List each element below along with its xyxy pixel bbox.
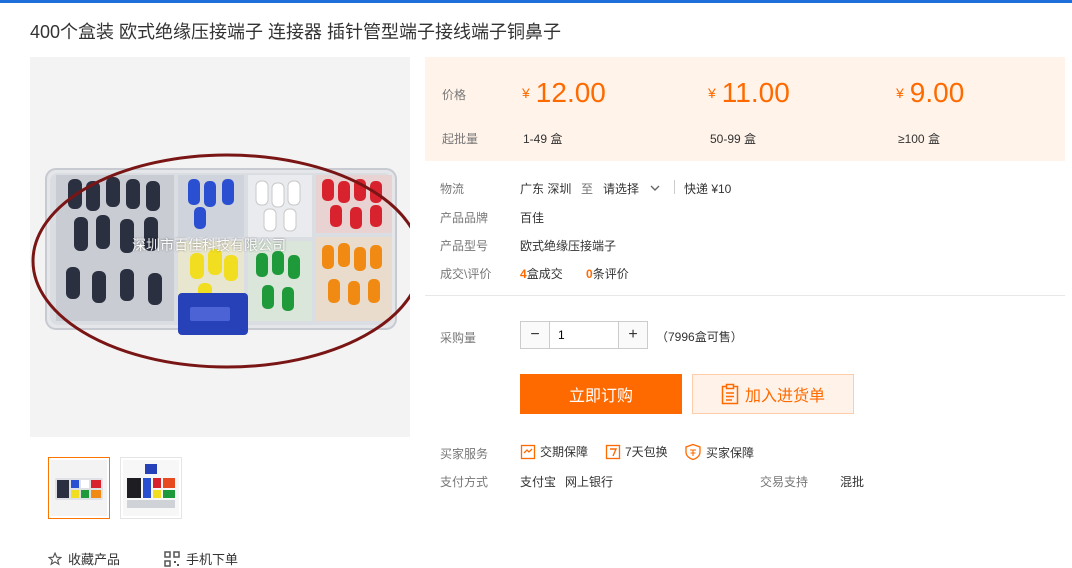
favorite-label: 收藏产品 bbox=[68, 552, 121, 567]
sold-count: 4 bbox=[520, 267, 527, 281]
service-7day-exchange[interactable]: 7天包换 bbox=[605, 443, 668, 460]
thumbnail-2[interactable] bbox=[120, 457, 182, 519]
qty-tier-1: 1-49 盒 bbox=[523, 132, 563, 146]
review-count: 0 bbox=[586, 267, 593, 281]
review-suffix: 条评价 bbox=[592, 267, 629, 281]
service-protection-label: 买家保障 bbox=[706, 445, 755, 460]
payment-method-bank: 网上银行 bbox=[565, 475, 614, 489]
quantity-input[interactable] bbox=[549, 322, 619, 348]
thumbnail-2-image bbox=[123, 460, 179, 516]
price-label: 价格 bbox=[442, 88, 467, 102]
logistics-to-word: 至 bbox=[581, 182, 594, 196]
services-label: 买家服务 bbox=[440, 447, 489, 461]
currency-symbol: ¥ bbox=[522, 85, 530, 101]
service-delivery-guarantee[interactable]: 交期保障 bbox=[520, 443, 588, 460]
stock-available: （7996盒可售） bbox=[656, 330, 743, 344]
brand-label: 产品品牌 bbox=[440, 211, 489, 225]
clipboard-list-icon bbox=[721, 383, 739, 405]
thumbnail-1-image bbox=[51, 460, 107, 516]
chevron-down-icon bbox=[650, 185, 660, 191]
purchase-label: 采购量 bbox=[440, 331, 477, 345]
price-panel: 价格 起批量 ¥12.00 ¥11.00 ¥9.00 1-49 盒 50-99 … bbox=[425, 57, 1065, 161]
price-tier-1: ¥12.00 bbox=[522, 77, 606, 109]
bottom-actions: 收藏产品 手机下单 bbox=[48, 549, 238, 568]
product-main-image[interactable]: 深圳市百佳科技有限公司 bbox=[30, 57, 410, 437]
price-tier-2-value: 11.00 bbox=[721, 77, 790, 108]
buy-now-label: 立即订购 bbox=[568, 388, 633, 405]
price-tier-3: ¥9.00 bbox=[896, 77, 964, 109]
sold-count-link[interactable]: 4盒成交 bbox=[520, 265, 563, 282]
service-buyer-protection[interactable]: 买家保障 bbox=[684, 443, 754, 461]
thumbnail-strip bbox=[48, 457, 182, 519]
payment-method-alipay: 支付宝 bbox=[520, 475, 557, 489]
currency-symbol: ¥ bbox=[708, 85, 716, 101]
qty-tier-3: ≥100 盒 bbox=[898, 132, 940, 146]
mobile-order-button[interactable]: 手机下单 bbox=[164, 549, 238, 568]
add-to-list-button[interactable]: 加入进货单 bbox=[692, 374, 854, 414]
top-accent-bar bbox=[0, 0, 1072, 3]
decrement-button[interactable]: − bbox=[521, 322, 549, 348]
moq-label: 起批量 bbox=[442, 132, 479, 146]
increment-button[interactable]: + bbox=[619, 322, 647, 348]
shield-icon bbox=[685, 443, 701, 461]
brand-value: 百佳 bbox=[520, 211, 545, 225]
payment-label: 支付方式 bbox=[440, 475, 489, 489]
model-label: 产品型号 bbox=[440, 239, 489, 253]
qty-tier-2: 50-99 盒 bbox=[710, 132, 757, 146]
quantity-stepper: − + bbox=[520, 321, 648, 349]
qr-code-icon bbox=[164, 550, 180, 567]
express-fee: 快递 ¥10 bbox=[684, 182, 732, 196]
sold-suffix: 盒成交 bbox=[526, 267, 563, 281]
service-delivery-label: 交期保障 bbox=[540, 445, 589, 459]
seven-day-icon bbox=[605, 444, 621, 459]
deals-label: 成交\评价 bbox=[440, 267, 492, 281]
destination-select-value: 请选择 bbox=[603, 182, 640, 196]
thumbnail-1[interactable] bbox=[48, 457, 110, 519]
logistics-from: 广东 深圳 bbox=[520, 182, 572, 196]
add-to-list-label: 加入进货单 bbox=[744, 388, 825, 405]
logistics-label: 物流 bbox=[440, 182, 465, 196]
mobile-order-label: 手机下单 bbox=[186, 552, 239, 567]
price-tier-1-value: 12.00 bbox=[535, 77, 606, 108]
destination-select[interactable]: 请选择 bbox=[603, 180, 660, 197]
favorite-button[interactable]: 收藏产品 bbox=[48, 549, 120, 568]
currency-symbol: ¥ bbox=[896, 85, 904, 101]
logistics-divider bbox=[674, 180, 675, 194]
section-divider bbox=[425, 295, 1065, 296]
trade-support-value: 混批 bbox=[840, 475, 865, 489]
product-title: 400个盒装 欧式绝缘压接端子 连接器 插针管型端子接线端子铜鼻子 bbox=[30, 22, 562, 42]
buy-now-button[interactable]: 立即订购 bbox=[520, 374, 682, 414]
service-exchange-label: 7天包换 bbox=[625, 445, 668, 459]
review-count-link[interactable]: 0条评价 bbox=[586, 265, 629, 282]
star-icon bbox=[48, 551, 62, 566]
delivery-guarantee-icon bbox=[520, 444, 536, 459]
price-tier-3-value: 9.00 bbox=[909, 77, 965, 108]
image-watermark: 深圳市百佳科技有限公司 bbox=[132, 237, 286, 253]
price-tier-2: ¥11.00 bbox=[708, 77, 790, 109]
trade-support-label: 交易支持 bbox=[760, 475, 809, 489]
model-value: 欧式绝缘压接端子 bbox=[520, 239, 617, 253]
